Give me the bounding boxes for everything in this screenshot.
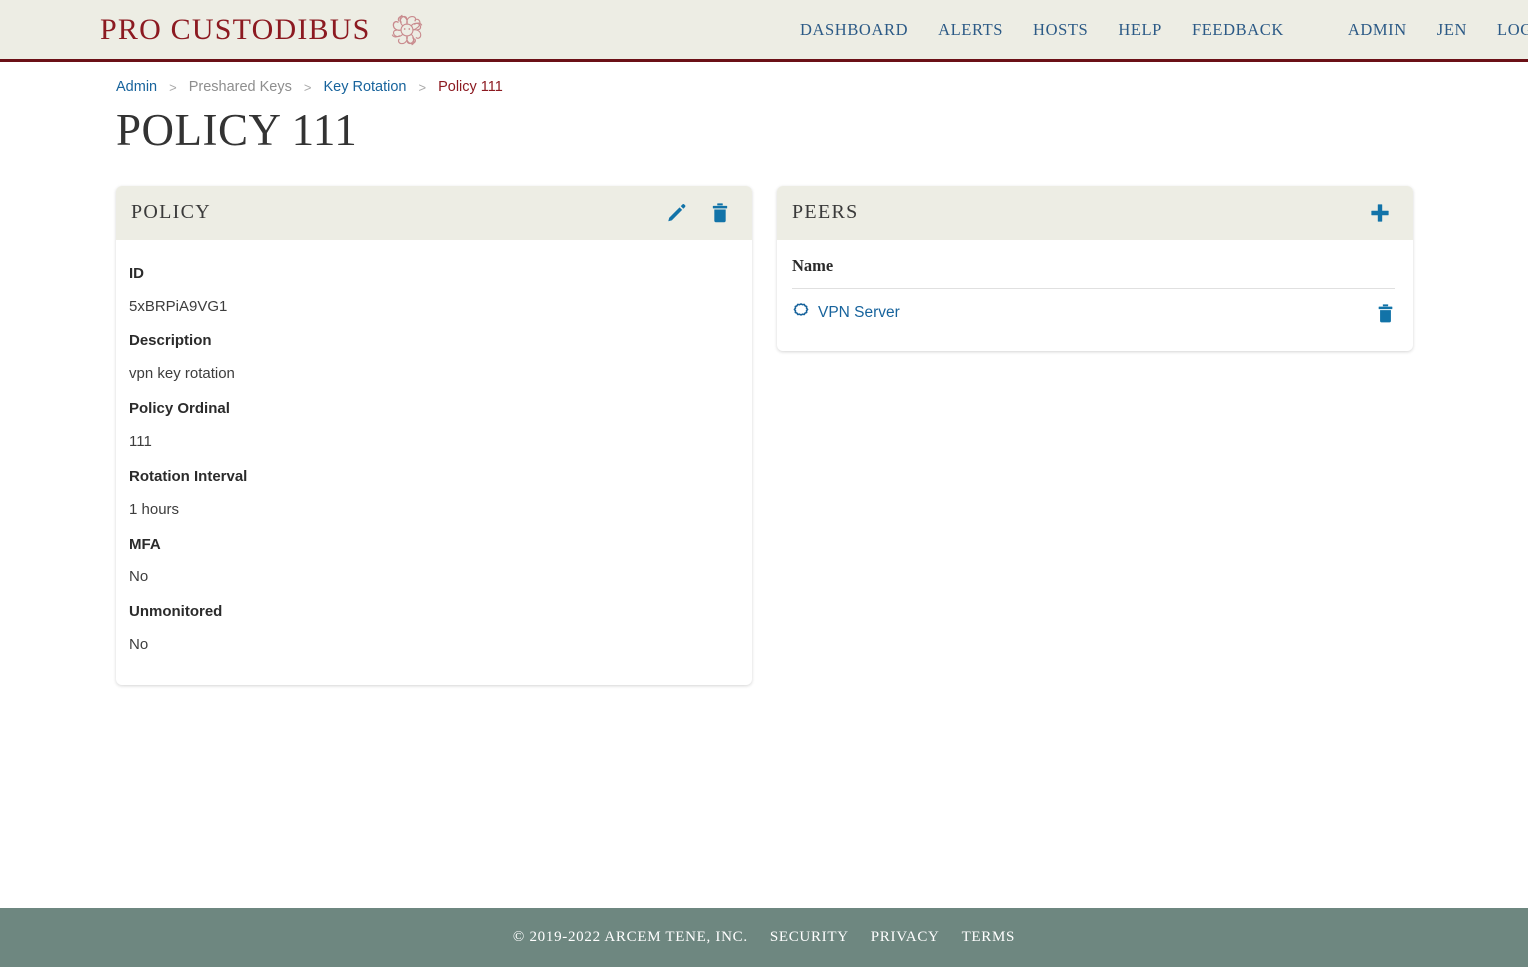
nav-link-hosts[interactable]: HOSTS (1033, 20, 1088, 40)
breadcrumb-item-current: Policy 111 (438, 79, 503, 95)
breadcrumb: Admin > Preshared Keys > Key Rotation > … (116, 79, 1528, 95)
field-label: MFA (129, 535, 161, 553)
medusa-head-emblem-icon (384, 7, 430, 53)
peers-card-body: Name VPN Server (777, 240, 1413, 351)
column-header-actions (1355, 251, 1395, 289)
peers-table-body: VPN Server (792, 288, 1395, 337)
peer-row-actions (1355, 288, 1395, 337)
edit-policy-button[interactable] (666, 202, 688, 224)
breadcrumb-separator: > (303, 79, 312, 95)
peer-link[interactable]: VPN Server (818, 304, 900, 322)
delete-peer-button[interactable] (1376, 303, 1395, 324)
field-id: ID 5xBRPiA9VG1 (129, 257, 737, 323)
column-header-name: Name (792, 251, 1355, 289)
trash-icon (1376, 304, 1395, 327)
cog-node-icon (792, 302, 810, 325)
field-policy-ordinal: Policy Ordinal 111 (129, 392, 737, 458)
nav-link-user-jen[interactable]: JEN (1437, 20, 1467, 40)
main-navigation: DASHBOARD ALERTS HOSTS HELP FEEDBACK ADM… (800, 0, 1528, 59)
peers-table-head: Name (792, 251, 1395, 289)
breadcrumb-item-key-rotation[interactable]: Key Rotation (323, 79, 406, 95)
field-value: 111 (129, 433, 152, 451)
footer-link-terms[interactable]: TERMS (962, 929, 1016, 946)
trash-icon (710, 203, 730, 227)
policy-card-body: ID 5xBRPiA9VG1 Description vpn key rotat… (116, 240, 752, 685)
policy-card: POLICY ID 5xBRPiA9VG1 Description vpn ke… (116, 185, 752, 685)
nav-link-alerts[interactable]: ALERTS (938, 20, 1003, 40)
nav-link-admin[interactable]: ADMIN (1348, 20, 1407, 40)
nav-link-dashboard[interactable]: DASHBOARD (800, 20, 908, 40)
policy-card-header: POLICY (116, 185, 752, 240)
field-mfa: MFA No (129, 528, 737, 594)
peer-name-cell: VPN Server (792, 288, 1355, 337)
footer-link-security[interactable]: SECURITY (770, 929, 849, 946)
table-row: VPN Server (792, 288, 1395, 337)
nav-group-account: ADMIN JEN LOG OUT (1348, 20, 1528, 40)
field-value: 1 hours (129, 500, 180, 518)
field-label: Unmonitored (129, 603, 223, 621)
field-value: No (129, 568, 149, 586)
footer-link-privacy[interactable]: PRIVACY (871, 929, 940, 946)
footer-copyright: © 2019-2022 ARCEM TENE, INC. (512, 929, 748, 945)
field-label: Description (129, 332, 212, 350)
breadcrumb-item-admin[interactable]: Admin (116, 79, 157, 95)
nav-link-log-out[interactable]: LOG OUT (1497, 20, 1528, 40)
page-title: POLICY 111 (116, 105, 358, 155)
add-peer-button[interactable] (1369, 202, 1391, 224)
field-label: Policy Ordinal (129, 400, 230, 418)
peers-card-title: PEERS (792, 201, 859, 224)
field-description: Description vpn key rotation (129, 324, 737, 390)
breadcrumb-item-preshared-keys: Preshared Keys (188, 79, 292, 95)
brand-logo[interactable]: PRO CUSTODIBUS (100, 7, 430, 53)
field-label: Rotation Interval (129, 467, 248, 485)
plus-icon (1369, 204, 1391, 227)
site-header: PRO CUSTODIBUS DASHBOARD ALERTS HOSTS HE… (0, 0, 1528, 62)
policy-card-title: POLICY (131, 201, 212, 224)
field-label: ID (129, 264, 144, 282)
field-value: No (129, 636, 149, 654)
nav-group-primary: DASHBOARD ALERTS HOSTS HELP FEEDBACK (800, 20, 1284, 40)
policy-card-actions (666, 202, 730, 224)
nav-link-feedback[interactable]: FEEDBACK (1192, 20, 1284, 40)
site-footer: © 2019-2022 ARCEM TENE, INC. SECURITY PR… (0, 908, 1528, 967)
pencil-icon (666, 203, 688, 227)
field-unmonitored: Unmonitored No (129, 595, 737, 661)
peers-card-actions (1369, 202, 1391, 224)
breadcrumb-separator: > (418, 79, 427, 95)
field-value: vpn key rotation (129, 365, 235, 383)
field-rotation-interval: Rotation Interval 1 hours (129, 460, 737, 526)
peers-table-header-row: Name (792, 251, 1395, 289)
delete-policy-button[interactable] (710, 202, 730, 224)
field-value: 5xBRPiA9VG1 (129, 297, 228, 315)
brand-name: PRO CUSTODIBUS (100, 12, 371, 46)
cards-container: POLICY ID 5xBRPiA9VG1 Description vpn ke… (116, 185, 1528, 685)
peers-card-header: PEERS (777, 185, 1413, 240)
peers-table: Name VPN Server (792, 251, 1395, 337)
nav-link-help[interactable]: HELP (1118, 20, 1162, 40)
breadcrumb-separator: > (169, 79, 177, 95)
peers-card: PEERS Name VPN Server (777, 185, 1413, 351)
